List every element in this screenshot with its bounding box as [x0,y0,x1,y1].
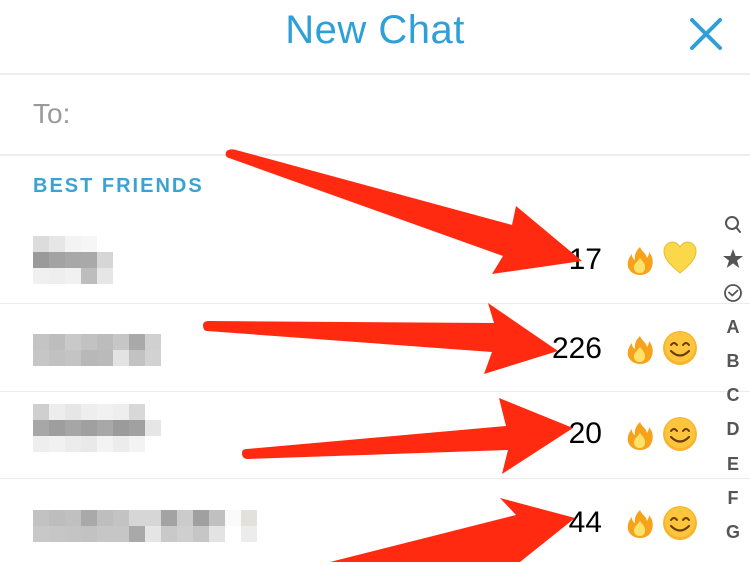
fire-emoji-icon [627,336,653,364]
friend-name-pixelated [33,334,161,366]
page-title: New Chat [285,8,465,52]
index-letter[interactable]: F [720,488,746,509]
fire-emoji-icon [627,422,653,450]
header-divider [0,73,750,75]
index-letter[interactable]: C [720,385,746,406]
streak-count: 226 [551,332,602,365]
recipient-row: To: [0,76,750,154]
to-label: To: [33,98,71,129]
index-letter[interactable]: G [720,522,746,543]
streak-count: 17 [568,243,602,276]
index-letter[interactable]: A [720,317,746,338]
friend-row[interactable]: 20 [0,392,715,478]
recipient-input[interactable] [80,90,684,140]
to-divider [0,154,750,156]
header: New Chat [0,0,750,74]
smiling-face-icon [663,506,697,540]
friend-row[interactable]: 44 [0,479,715,565]
yellow-heart-icon [663,241,697,274]
streak-count: 20 [568,417,602,450]
friend-name-pixelated [33,404,161,452]
close-icon [690,18,722,50]
smiling-face-icon [663,417,697,451]
close-button[interactable] [686,14,726,54]
smiling-face-icon [663,331,697,365]
check-circle-icon[interactable] [720,282,746,304]
search-icon[interactable] [720,214,746,236]
star-icon[interactable] [720,248,746,270]
fire-emoji-icon [627,510,653,538]
index-letter[interactable]: B [720,351,746,372]
streak-count: 44 [568,506,602,539]
fire-emoji-icon [627,247,653,275]
index-letter[interactable]: D [720,419,746,440]
friend-row[interactable]: 226 [0,304,715,390]
friend-name-pixelated [33,510,257,542]
friend-name-pixelated [33,236,113,284]
index-letter[interactable]: E [720,454,746,475]
section-header-best-friends: BEST FRIENDS [33,175,204,197]
friend-row[interactable]: 17 [0,218,715,304]
